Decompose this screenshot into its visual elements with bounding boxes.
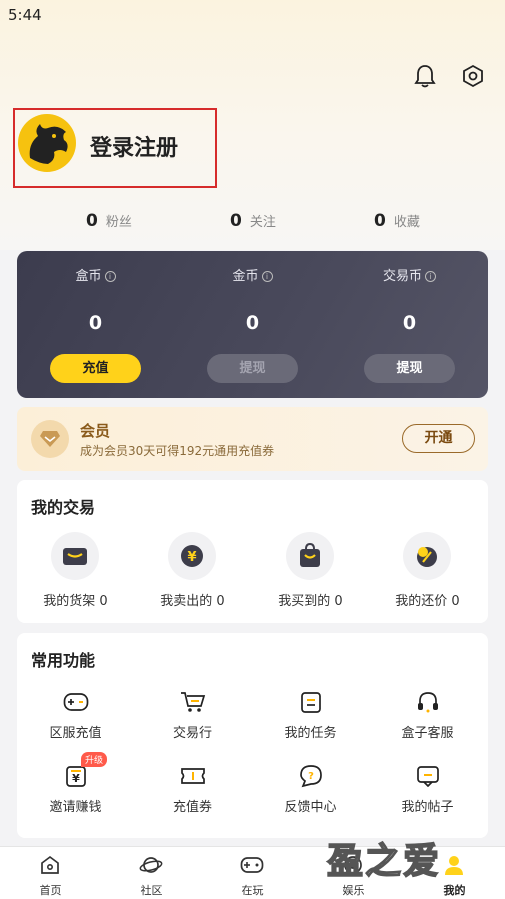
func-label: 充值券 [172,800,212,815]
section-title: 常用功能 [31,651,96,670]
feedback-icon: ? [298,763,324,789]
svg-text:?: ? [308,771,314,782]
func-label: 我的帖子 [401,800,454,815]
tab-label: 社区 [140,884,163,897]
shelf-icon [51,532,99,580]
svg-text:¥: ¥ [72,772,80,785]
wallet-label: 盒币 i [17,265,174,284]
stat-label: 粉丝 [105,215,132,230]
wallet-label: 交易币 i [331,265,488,284]
trade-item-shelf[interactable]: 我的货架 0 [17,532,134,612]
wallet-box-coins: 盒币 i 0 充值 [17,251,174,398]
trade-label: 我的货架 0 [43,594,108,609]
settings-icon[interactable] [460,63,486,89]
func-my-tasks[interactable]: 我的任务 [252,689,369,749]
stat-label: 关注 [249,215,276,230]
stat-favorites[interactable]: 0 收藏 [374,211,420,231]
info-icon[interactable]: i [261,271,273,282]
withdraw-gold-button[interactable]: 提现 [207,354,298,383]
stat-value: 0 [374,211,386,231]
info-icon[interactable]: i [104,271,116,282]
tab-label: 首页 [39,884,62,897]
func-customer-service[interactable]: 盒子客服 [369,689,486,749]
func-feedback-center[interactable]: ? 反馈中心 [252,763,369,823]
tab-label: 我的 [443,884,466,897]
vip-subtitle: 成为会员30天可得192元通用充值券 [80,444,275,458]
gamepad-icon [63,689,89,715]
me-icon [442,853,466,877]
stat-value: 0 [230,211,242,231]
trade-label: 我的还价 0 [395,594,460,609]
trade-item-bought[interactable]: 我买到的 0 [252,532,369,612]
home-icon [38,853,62,877]
common-functions-card: 常用功能 区服充值 交易行 我的任务 盒子客服 ¥ 升级 邀请赚钱 充值券 ? … [17,633,488,838]
func-recharge-voucher[interactable]: 充值券 [134,763,251,823]
func-trading-market[interactable]: 交易行 [134,689,251,749]
ticket-icon [180,763,206,789]
trade-item-sold[interactable]: ¥ 我卖出的 0 [134,532,251,612]
vip-title: 会员 [80,422,111,440]
gamepad-tab-icon [240,853,264,877]
stat-fans[interactable]: 0 粉丝 [86,211,132,231]
tab-label: 娱乐 [342,884,365,897]
func-my-posts[interactable]: 我的帖子 [369,763,486,823]
trade-item-bargain[interactable]: 我的还价 0 [369,532,486,612]
stat-label: 收藏 [393,215,420,230]
stat-value: 0 [86,211,98,231]
wallet-value: 0 [245,312,260,334]
watermark-text: 盈之爱 [326,840,442,883]
headset-icon [415,689,441,715]
wallet-trade-coins: 交易币 i 0 提现 [331,251,488,398]
section-title: 我的交易 [31,498,96,517]
yen-coin-icon: ¥ [168,532,216,580]
status-time: 5:44 [8,6,42,24]
task-icon [298,689,324,715]
post-icon [415,763,441,789]
func-label: 交易行 [172,726,212,741]
func-invite-earn[interactable]: ¥ 升级 邀请赚钱 [17,752,134,823]
func-server-recharge[interactable]: 区服充值 [17,689,134,749]
trade-label: 我卖出的 0 [160,594,225,609]
svg-text:¥: ¥ [187,550,196,565]
func-label: 区服充值 [49,726,102,741]
func-label: 盒子客服 [401,726,454,741]
stats-row: 0 粉丝 0 关注 0 收藏 [0,211,505,233]
vip-open-button[interactable]: 开通 [402,424,475,453]
shopping-bag-icon [286,532,334,580]
bargain-icon [403,532,451,580]
my-trade-card: 我的交易 我的货架 0 ¥ 我卖出的 0 我买到的 0 我的还价 0 [17,480,488,623]
wallet-card: 盒币 i 0 充值 金币 i 0 提现 交易币 i 0 提现 [17,251,488,398]
tab-home[interactable]: 首页 [0,853,101,897]
login-register-link[interactable]: 登录注册 [90,130,178,162]
tab-community[interactable]: 社区 [101,853,202,897]
recharge-button[interactable]: 充值 [50,354,141,383]
wallet-gold-coins: 金币 i 0 提现 [174,251,331,398]
func-label: 反馈中心 [284,800,337,815]
wallet-label: 金币 i [174,265,331,284]
info-icon[interactable]: i [425,271,436,282]
vip-banner[interactable]: 会员 成为会员30天可得192元通用充值券 开通 [17,407,488,471]
stat-following[interactable]: 0 关注 [230,211,276,231]
cart-icon [180,689,206,715]
tab-label: 在玩 [241,884,264,897]
bell-icon[interactable] [412,63,438,89]
func-label: 我的任务 [284,726,337,741]
tab-playing[interactable]: 在玩 [202,853,303,897]
diamond-icon [31,420,69,458]
wallet-value: 0 [402,312,417,334]
func-label: 邀请赚钱 [49,800,102,815]
wallet-value: 0 [88,312,103,334]
planet-icon [139,853,163,877]
upgrade-badge: 升级 [81,752,108,767]
trade-label: 我买到的 0 [278,594,343,609]
withdraw-trade-button[interactable]: 提现 [364,354,455,383]
avatar[interactable] [18,114,76,172]
